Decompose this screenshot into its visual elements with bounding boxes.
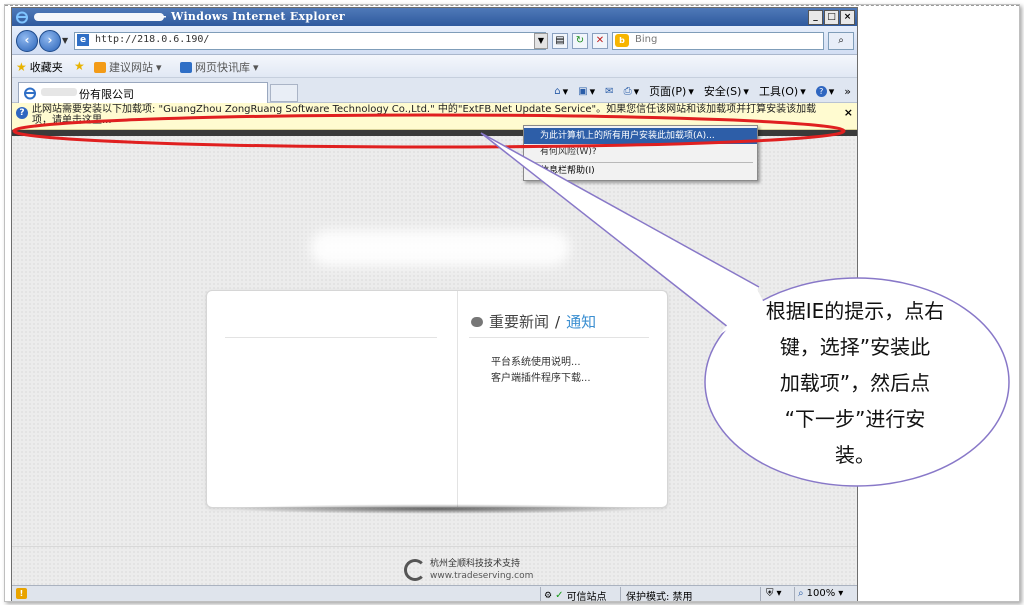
- callout-line-4: “下一步”进行安: [784, 407, 926, 431]
- screenshot-frame: - Windows Internet Explorer _ □ × ‹ › ▼ …: [4, 4, 1020, 602]
- callout-line-2: 键，选择”安装此: [779, 335, 931, 359]
- callout-pointer: [480, 132, 760, 332]
- callout-line-3: 加载项”，然后点: [779, 371, 931, 395]
- highlight-ellipse: [12, 113, 846, 149]
- callout-text: 根据IE的提示，点右 键，选择”安装此 加载项”，然后点 “下一步”进行安 装。: [729, 293, 981, 473]
- callout-line-1: 根据IE的提示，点右: [765, 299, 945, 323]
- callout-line-5: 装。: [835, 443, 875, 467]
